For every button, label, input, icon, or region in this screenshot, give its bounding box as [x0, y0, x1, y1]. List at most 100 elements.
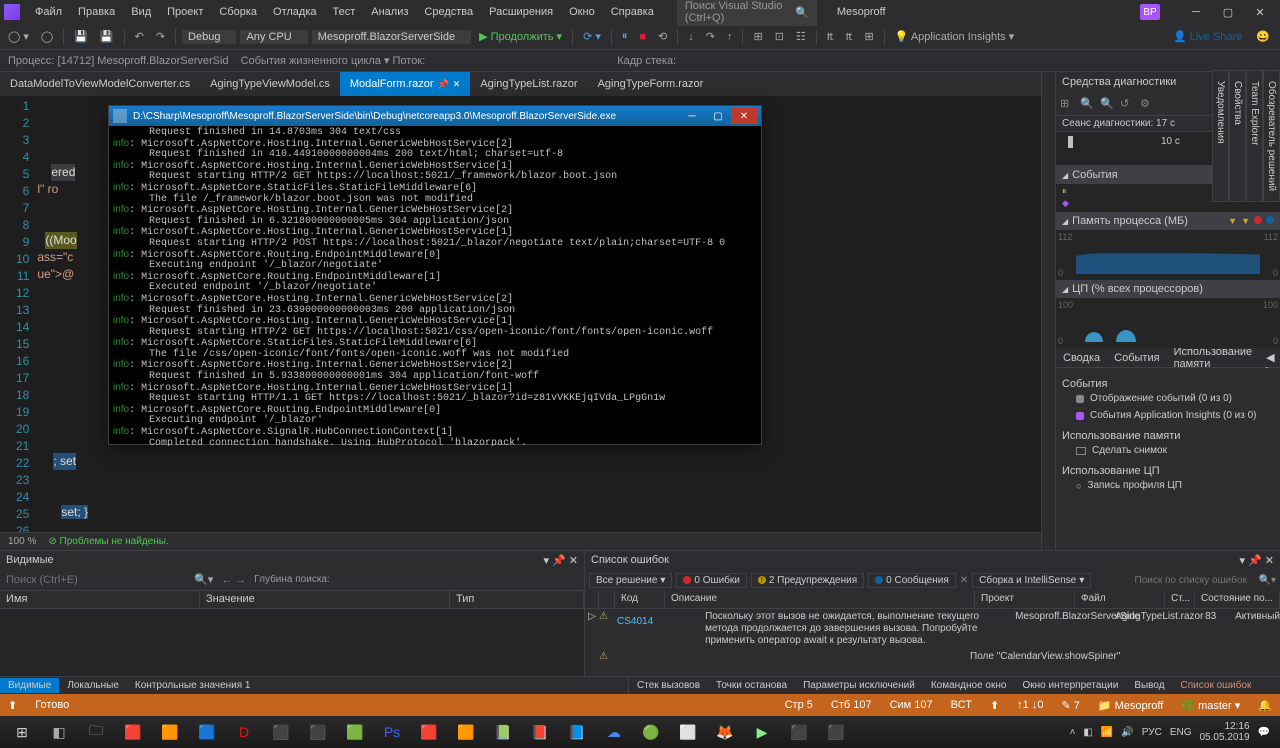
tab-immediate[interactable]: Окно интерпретации	[1014, 678, 1126, 693]
save-button[interactable]: 💾	[70, 28, 92, 45]
tab-datamodel[interactable]: DataModelToViewModelConverter.cs	[0, 72, 200, 96]
side-tab-team[interactable]: Team Explorer	[1246, 70, 1263, 202]
col-project[interactable]: Проект	[975, 591, 1075, 608]
menu-window[interactable]: Окно	[562, 4, 602, 20]
tab-command[interactable]: Командное окно	[923, 678, 1015, 693]
toolbar-icon[interactable]: ⊡	[771, 28, 788, 45]
diag-snapshot[interactable]: Сделать снимок	[1062, 442, 1274, 459]
status-bell-icon[interactable]: 🔔	[1258, 699, 1272, 712]
redo-button[interactable]: ↷	[152, 28, 169, 45]
tab-locals[interactable]: Локальные	[59, 678, 127, 693]
diag-zoom-in-icon[interactable]: 🔍	[1080, 97, 1094, 111]
menu-view[interactable]: Вид	[124, 4, 158, 20]
errors-search-input[interactable]	[1135, 575, 1255, 586]
tray-icon[interactable]: ◧	[1083, 727, 1092, 738]
tb-app[interactable]: 🟦	[189, 718, 225, 746]
menu-test[interactable]: Тест	[326, 4, 363, 20]
step-out-button[interactable]: ↑	[723, 29, 737, 45]
menu-edit[interactable]: Правка	[71, 4, 122, 20]
app-insights-button[interactable]: 💡 Application Insights ▾	[891, 28, 1019, 45]
tab-errorlist[interactable]: Список ошибок	[1173, 678, 1260, 693]
tb-app[interactable]: ☁	[596, 718, 632, 746]
side-tab-notif[interactable]: Уведомления	[1212, 70, 1229, 202]
diag-events-show[interactable]: Отображение событий (0 из 0)	[1062, 390, 1274, 407]
tab-breakpoints[interactable]: Точки останова	[708, 678, 795, 693]
status-repo[interactable]: 📁 Mesoproff	[1098, 699, 1163, 712]
tab-watch1[interactable]: Контрольные значения 1	[127, 678, 259, 693]
status-branch[interactable]: 🌿 master ▾	[1181, 699, 1240, 712]
refresh-icon[interactable]: ⟳ ▾	[579, 28, 605, 45]
tb-app[interactable]: 🦊	[707, 718, 743, 746]
user-badge[interactable]: BP	[1140, 4, 1160, 20]
tb-app[interactable]: ⬛	[818, 718, 854, 746]
nav-fwd-button[interactable]: ◯	[37, 28, 57, 45]
stackframe-label[interactable]: Кадр стека:	[617, 55, 676, 67]
console-close[interactable]: ✕	[731, 108, 757, 124]
pause-button[interactable]: ⏸	[618, 28, 632, 45]
console-maximize[interactable]: ▢	[705, 108, 731, 124]
tab-callstack[interactable]: Стек вызовов	[629, 678, 708, 693]
col-file[interactable]: Файл	[1075, 591, 1165, 608]
close-tab-icon[interactable]: ✕	[453, 79, 461, 90]
side-tab-props[interactable]: Свойства	[1229, 70, 1246, 202]
config-dropdown[interactable]: Debug	[182, 30, 236, 44]
menu-debug[interactable]: Отладка	[266, 4, 323, 20]
menu-project[interactable]: Проект	[160, 4, 210, 20]
tb-app[interactable]: ⬛	[263, 718, 299, 746]
stop-button[interactable]: ■	[635, 29, 650, 45]
tb-app[interactable]: 🟧	[448, 718, 484, 746]
status-arrows[interactable]: ↑1 ↓0	[1017, 699, 1043, 711]
menu-build[interactable]: Сборка	[212, 4, 264, 20]
tb-app[interactable]: ⬜	[670, 718, 706, 746]
status-changes[interactable]: ✎ 7	[1061, 699, 1079, 712]
diag-settings-icon[interactable]: ⚙	[1140, 97, 1154, 111]
errors-filter[interactable]: 0 Ошибки	[676, 573, 746, 588]
diag-select-icon[interactable]: ⊞	[1060, 97, 1074, 111]
nav-back-button[interactable]: ◯ ▾	[4, 28, 33, 45]
toolbar-icon[interactable]: ⊞	[860, 28, 877, 45]
col-type[interactable]: Тип	[450, 591, 584, 608]
diag-tab-events[interactable]: События	[1107, 350, 1166, 366]
expand-icon[interactable]: ▷	[585, 611, 599, 647]
issues-indicator[interactable]: ⊘ Проблемы не найдены.	[48, 536, 168, 547]
start-button[interactable]: ⊞	[4, 718, 40, 746]
toolbar-icon[interactable]: ₶	[842, 27, 857, 46]
continue-button[interactable]: ▶ Продолжить ▾	[475, 28, 566, 45]
tray-notifications-icon[interactable]: 💬	[1258, 727, 1270, 738]
zoom-level[interactable]: 100 %	[8, 536, 36, 547]
watch-search-input[interactable]	[6, 574, 186, 586]
menu-file[interactable]: Файл	[28, 4, 69, 20]
diag-events-insights[interactable]: События Application Insights (0 из 0)	[1062, 407, 1274, 424]
tray-clock[interactable]: 12:1605.05.2019	[1199, 721, 1249, 743]
tb-app[interactable]: 🟥	[115, 718, 151, 746]
restart-button[interactable]: ⟲	[654, 28, 671, 45]
console-output[interactable]: Request finished in 14.8703ms 304 text/c…	[109, 126, 761, 446]
toolbar-icon[interactable]: ☷	[792, 28, 810, 45]
menu-tools[interactable]: Средства	[417, 4, 480, 20]
tab-output[interactable]: Вывод	[1126, 678, 1172, 693]
tab-agingtypelist[interactable]: AgingTypeList.razor	[470, 72, 587, 96]
feedback-icon[interactable]: 😀	[1256, 30, 1276, 43]
maximize-button[interactable]: ▢	[1212, 2, 1244, 22]
error-code-link[interactable]: CS4014	[615, 611, 705, 647]
diag-cpu-record[interactable]: ○Запись профиля ЦП	[1062, 477, 1274, 494]
minimize-button[interactable]: ─	[1180, 2, 1212, 22]
tb-app[interactable]: 🟥	[411, 718, 447, 746]
menu-help[interactable]: Справка	[604, 4, 661, 20]
col-desc[interactable]: Описание	[665, 591, 975, 608]
step-over-button[interactable]: ↷	[702, 28, 719, 45]
tab-exceptions[interactable]: Параметры исключений	[795, 678, 923, 693]
tb-app[interactable]: 🟩	[337, 718, 373, 746]
messages-filter[interactable]: 0 Сообщения	[868, 573, 956, 588]
save-all-button[interactable]: 💾	[96, 28, 118, 45]
panel-controls[interactable]: ▾ 📌 ✕	[1239, 554, 1274, 567]
startup-dropdown[interactable]: Mesoproff.BlazorServerSide	[312, 30, 471, 44]
diag-tab-summary[interactable]: Сводка	[1056, 350, 1107, 366]
tab-agingtypeform[interactable]: AgingTypeForm.razor	[588, 72, 714, 96]
tray-sound-icon[interactable]: 🔊	[1121, 727, 1133, 738]
diag-reset-icon[interactable]: ↺	[1120, 97, 1134, 111]
tray-kbd[interactable]: ENG	[1170, 727, 1192, 738]
status-publish[interactable]: ⬆	[990, 699, 999, 712]
console-minimize[interactable]: ─	[679, 108, 705, 124]
scope-dropdown[interactable]: Все решение ▾	[589, 573, 672, 588]
